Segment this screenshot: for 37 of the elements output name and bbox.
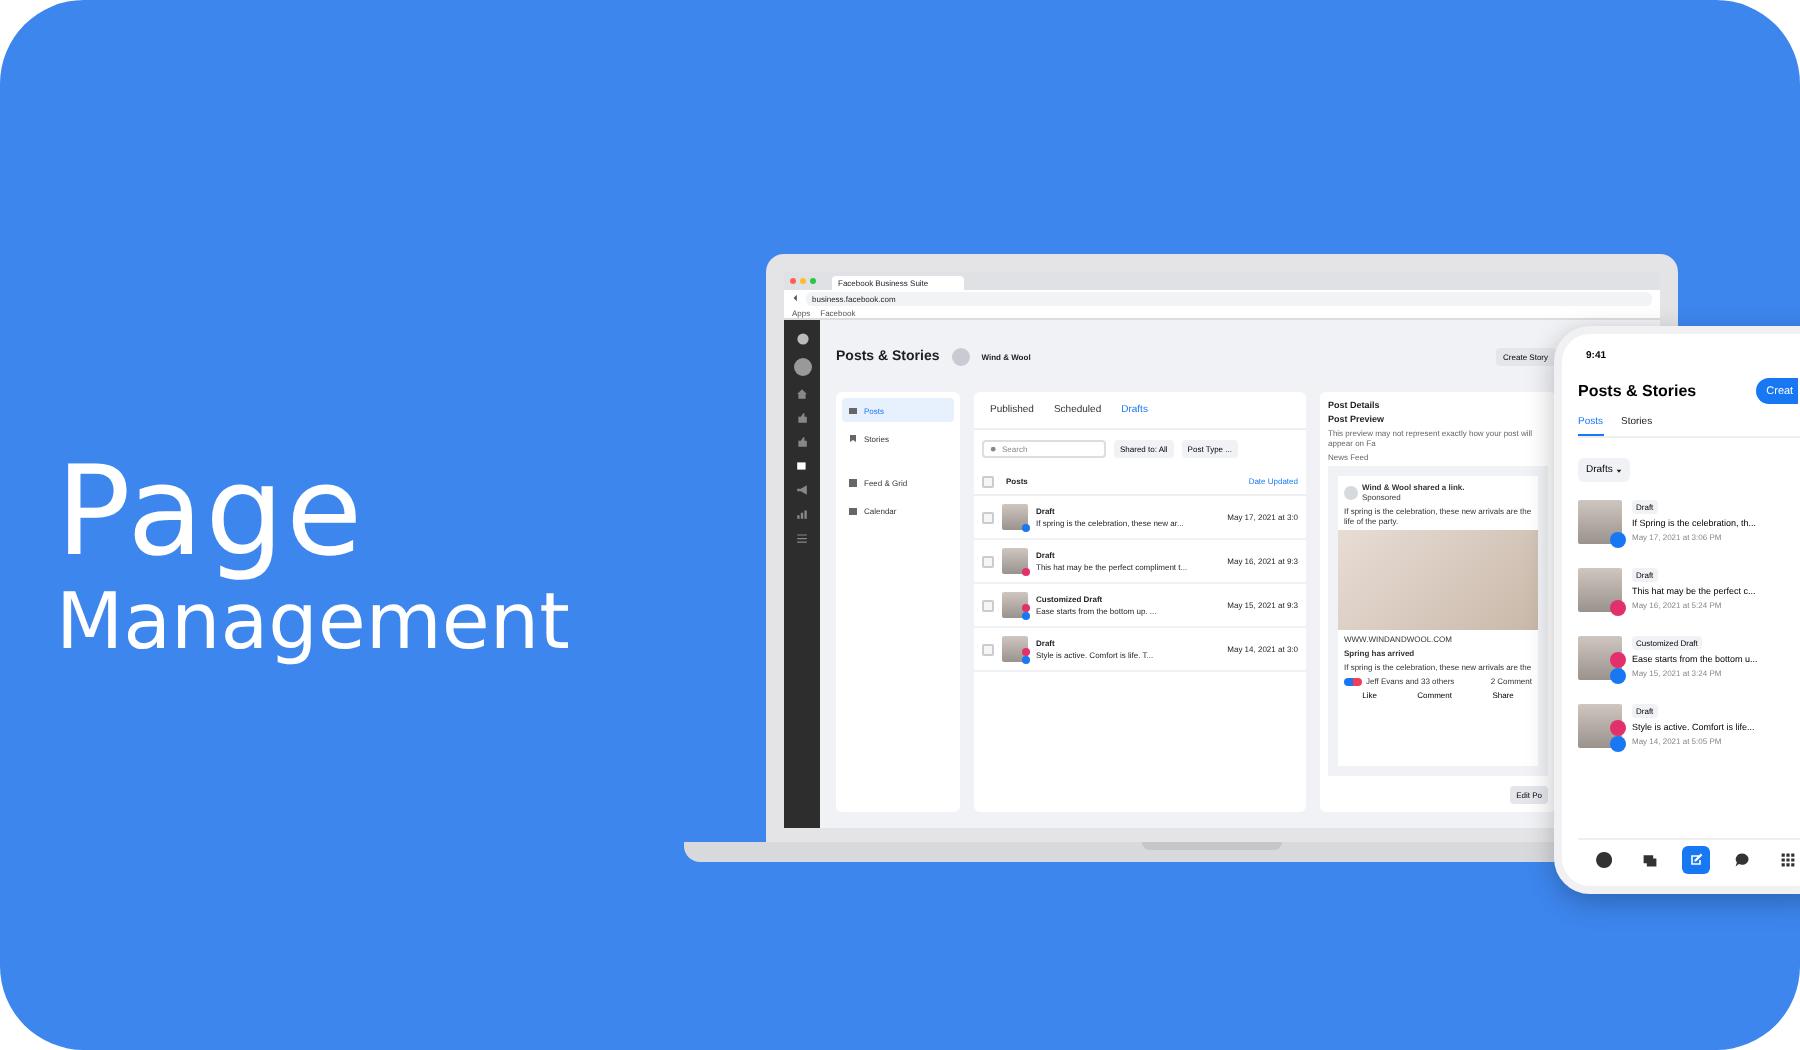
avatar-icon	[951, 347, 970, 365]
home-icon	[796, 388, 808, 400]
photo-placeholder	[1002, 636, 1028, 662]
calendar-icon	[848, 505, 858, 515]
photo-placeholder	[1002, 504, 1028, 530]
grid-icon	[848, 477, 858, 487]
menu-icon	[796, 532, 808, 544]
photo-placeholder	[1002, 592, 1028, 618]
thumb-icon	[796, 412, 808, 424]
chat-icon	[1734, 851, 1750, 867]
checkbox[interactable]	[982, 599, 994, 611]
grid-icon	[1780, 851, 1796, 867]
bar-chart-icon	[796, 508, 808, 520]
pages-icon	[796, 460, 808, 472]
checkbox[interactable]	[982, 643, 994, 655]
bookmark-icon	[848, 433, 858, 443]
photo-placeholder	[1002, 548, 1028, 574]
photo-placeholder	[1578, 567, 1622, 611]
caret-icon	[1616, 467, 1623, 473]
thumb-icon	[796, 436, 808, 448]
page-title: Posts & Stories	[1578, 382, 1697, 400]
pages-icon	[1642, 851, 1658, 867]
checkbox[interactable]	[982, 475, 994, 487]
avatar-icon	[1596, 851, 1612, 867]
photo-placeholder	[1578, 499, 1622, 543]
reactions-icon	[1344, 677, 1362, 685]
megaphone-icon	[796, 484, 808, 496]
circle-icon	[795, 332, 809, 346]
checkbox[interactable]	[982, 511, 994, 523]
headline: Management	[56, 580, 570, 668]
checkbox[interactable]	[982, 555, 994, 567]
compose-icon	[1688, 851, 1704, 867]
posts-icon	[848, 405, 858, 415]
avatar-icon	[1344, 485, 1358, 499]
search-icon	[990, 445, 998, 453]
headline: Page	[56, 444, 365, 580]
avatar-icon	[793, 358, 811, 376]
